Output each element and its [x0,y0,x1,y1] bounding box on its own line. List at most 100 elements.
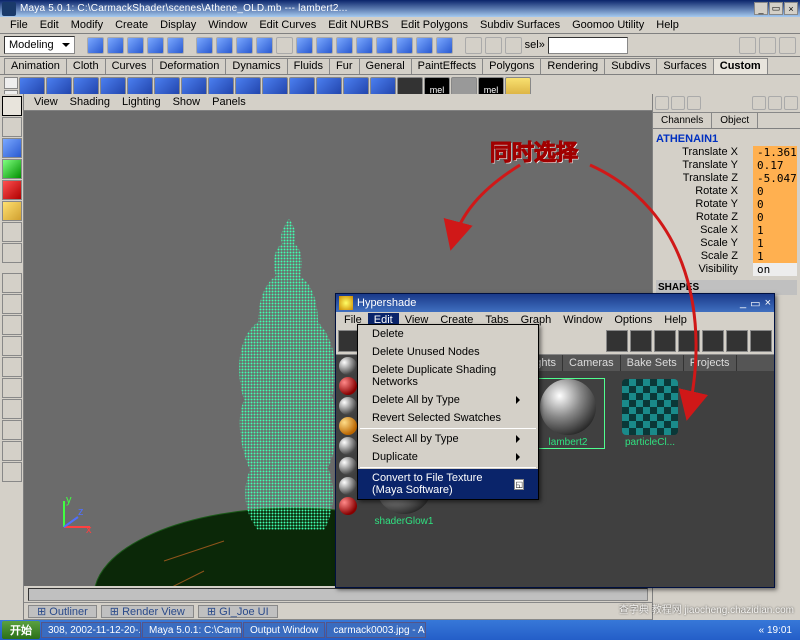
layout-icon[interactable] [2,336,22,356]
layout-icon[interactable] [2,462,22,482]
cb-icon[interactable] [784,96,798,110]
status-outliner[interactable]: ⊞ Outliner [28,605,97,618]
shelf-tab-curves[interactable]: Curves [105,58,154,74]
layout-icon[interactable] [2,315,22,335]
taskbar-item[interactable]: 308, 2002-11-12-20-... [41,622,141,638]
rotate-tool[interactable] [2,159,22,179]
taskbar-item[interactable]: carmack0003.jpg - A... [326,622,426,638]
hs-tool-icon[interactable] [606,330,628,352]
hs-tool-icon[interactable] [654,330,676,352]
channel-obj-name[interactable]: ATHENAIN1 [656,132,797,146]
menu-item-duplicate[interactable]: Duplicate [358,448,538,466]
module-dropdown[interactable]: Modeling [4,36,75,54]
tool-icon[interactable] [436,37,453,54]
cb-icon[interactable] [768,96,782,110]
layout-icon[interactable] [2,357,22,377]
hs-shader-swatch[interactable] [339,417,357,435]
menu-goomoo-utility[interactable]: Goomoo Utility [566,18,650,32]
hs-shader-swatch[interactable] [339,437,357,455]
cb-icon[interactable] [752,96,766,110]
hs-tool-icon[interactable] [702,330,724,352]
tool-icon[interactable] [196,37,213,54]
move-tool[interactable] [2,138,22,158]
channel-row[interactable]: Rotate Y0 [656,198,797,211]
cb-icon[interactable] [687,96,701,110]
shelf-tab-surfaces[interactable]: Surfaces [656,58,713,74]
shelf-tab-deformation[interactable]: Deformation [152,58,226,74]
select-tool[interactable] [2,96,22,116]
menu-item-delete-all-by-type[interactable]: Delete All by Type [358,391,538,409]
layout-icon[interactable] [2,441,22,461]
timeslider[interactable] [24,586,652,603]
menu-modify[interactable]: Modify [65,18,109,32]
swatch-lambert2[interactable]: lambert2 [532,379,604,448]
taskbar-item[interactable]: Maya 5.0.1: C:\Carm... [142,622,242,638]
tool-icon[interactable] [396,37,413,54]
vp-menu-shading[interactable]: Shading [64,95,116,109]
hs-tool-icon[interactable] [726,330,748,352]
tool-icon[interactable] [127,37,144,54]
tool-icon[interactable] [505,37,522,54]
hs-menu-window[interactable]: Window [557,313,608,327]
shelf-tab-general[interactable]: General [359,58,412,74]
menu-item-delete[interactable]: Delete [358,325,538,343]
status-gi-joe-ui[interactable]: ⊞ GI_Joe UI [198,605,278,618]
hs-menu-help[interactable]: Help [658,313,693,327]
tool-icon[interactable] [759,37,776,54]
layout-icon[interactable] [2,399,22,419]
channel-row[interactable]: Scale X1 [656,224,797,237]
tool-icon[interactable] [465,37,482,54]
tool-icon[interactable] [485,37,502,54]
tool-icon[interactable] [416,37,433,54]
hypershade-titlebar[interactable]: Hypershade _ ▭ × [336,294,774,312]
hs-shader-swatch[interactable] [339,477,357,495]
hs-tool-icon[interactable] [750,330,772,352]
hs-shader-swatch[interactable] [339,497,357,515]
lasso-tool[interactable] [2,117,22,137]
hs-maximize-button[interactable]: ▭ [750,297,760,310]
hs-menu-options[interactable]: Options [608,313,658,327]
tool-icon[interactable] [276,37,293,54]
channel-row[interactable]: Translate Y0.17 [656,159,797,172]
channel-row[interactable]: Rotate Z0 [656,211,797,224]
tool-icon[interactable] [336,37,353,54]
tool-icon[interactable] [236,37,253,54]
menu-file[interactable]: File [4,18,34,32]
shelf-tab-custom[interactable]: Custom [713,58,768,74]
layout-icon[interactable] [2,420,22,440]
tool-icon[interactable] [167,37,184,54]
menu-edit-curves[interactable]: Edit Curves [253,18,322,32]
system-tray[interactable]: « 19:01 [753,625,798,636]
swatch-particleCl...[interactable]: particleCl... [614,379,686,448]
shelf-tab-painteffects[interactable]: PaintEffects [411,58,484,74]
channel-row[interactable]: Translate Z-5.047 [656,172,797,185]
vp-menu-show[interactable]: Show [167,95,207,109]
menu-window[interactable]: Window [202,18,253,32]
hs-shader-swatch[interactable] [339,377,357,395]
channel-row[interactable]: Scale Y1 [656,237,797,250]
vp-menu-panels[interactable]: Panels [206,95,252,109]
shelf-tab-subdivs[interactable]: Subdivs [604,58,657,74]
channel-row[interactable]: Translate X-1.361 [656,146,797,159]
tool-icon[interactable] [316,37,333,54]
sel-field[interactable] [548,37,628,54]
menu-help[interactable]: Help [650,18,685,32]
start-button[interactable]: 开始 [2,621,40,639]
hs-tab-bake-sets[interactable]: Bake Sets [621,355,684,371]
status-render-view[interactable]: ⊞ Render View [101,605,194,618]
channel-row[interactable]: Scale Z1 [656,250,797,263]
hs-tool-icon[interactable] [678,330,700,352]
channel-row[interactable]: Rotate X0 [656,185,797,198]
taskbar-item[interactable]: Output Window [243,622,325,638]
menu-edit-nurbs[interactable]: Edit NURBS [322,18,395,32]
last-tool[interactable] [2,222,22,242]
channel-tab-channels[interactable]: Channels [653,113,712,128]
shelf-tab-polygons[interactable]: Polygons [482,58,541,74]
maximize-button[interactable]: ▭ [769,2,783,15]
option-box-icon[interactable]: ◱ [514,479,524,490]
hs-shader-swatch[interactable] [339,457,357,475]
shelf-tab-fluids[interactable]: Fluids [287,58,330,74]
minimize-button[interactable]: _ [754,2,768,15]
menu-edit[interactable]: Edit [34,18,65,32]
layout-icon[interactable] [2,294,22,314]
